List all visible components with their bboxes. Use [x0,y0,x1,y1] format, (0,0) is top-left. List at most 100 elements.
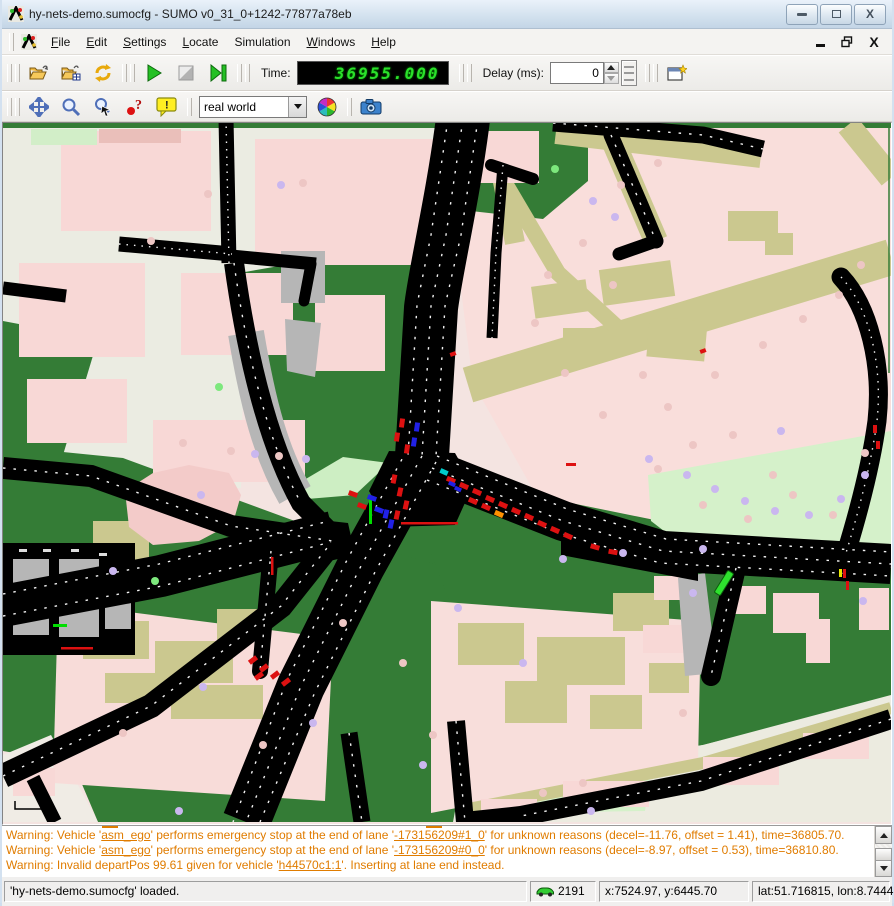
open-config-button[interactable] [24,59,54,87]
message-log-scrollbar[interactable] [874,826,892,877]
zoom-button[interactable] [56,94,86,120]
scroll-down-button[interactable] [875,859,892,877]
delay-spin-down[interactable] [604,73,619,84]
object-link[interactable]: -173156209#0_0 [394,843,485,857]
toolbar-grip[interactable] [459,64,464,82]
camera-icon [360,98,382,116]
toolbar-grip[interactable] [187,98,192,116]
delay-input[interactable] [551,65,603,81]
warning-message: Warning: Vehicle 'asm_ego' performs emer… [6,843,874,858]
mdi-minimize-button[interactable] [808,32,832,52]
mdi-close-button[interactable]: X [862,32,886,52]
menu-file[interactable]: File [43,32,78,52]
edit-coloring-button[interactable] [312,94,342,120]
toolbar-grip[interactable] [9,33,14,51]
toolbar-grip[interactable] [245,64,250,82]
message-bubble-icon: ! [156,97,178,117]
toolbar-grip[interactable] [653,64,658,82]
stop-button[interactable] [171,59,201,87]
object-link[interactable]: -173156209#1_0 [394,828,485,842]
toolbar-grip[interactable] [347,98,352,116]
reload-icon [93,63,113,83]
warning-message: Warning: Vehicle 'asm_ego' performs emer… [6,828,874,843]
svg-text:?: ? [135,98,142,113]
scroll-down-icon [880,866,888,871]
open-network-folder-icon [61,64,81,82]
toolbar-grip[interactable] [645,64,650,82]
object-link[interactable]: asm_ego [101,843,150,857]
vehicle-count: 2191 [558,884,585,898]
toolbar-grip[interactable] [237,64,242,82]
reload-button[interactable] [88,59,118,87]
close-button[interactable]: X [854,4,886,25]
step-button[interactable] [203,59,233,87]
sumo-main-window: hy-nets-demo.sumocfg - SUMO v0_31_0+1242… [0,0,894,903]
map-canvas[interactable] [2,122,892,825]
spin-up-icon [607,65,615,70]
scrollbar-track[interactable] [875,844,892,859]
step-icon [209,64,227,82]
delay-label: Delay (ms): [483,66,544,80]
scrollbar-thumb[interactable] [875,848,892,861]
color-wheel-icon [316,96,338,118]
minimize-icon [797,13,807,16]
menu-locate[interactable]: Locate [174,32,226,52]
toolbar-grip[interactable] [122,64,127,82]
time-display: 36955.000 [297,61,449,85]
menu-items: FileEditSettingsLocateSimulationWindowsH… [43,32,404,52]
object-link[interactable]: h44570c1:1 [279,858,342,872]
time-label: Time: [261,66,291,80]
new-view-button[interactable] [662,59,692,87]
scroll-up-button[interactable] [875,826,892,844]
toolbar-grip[interactable] [7,98,12,116]
geo-position: lat:51.716815, lon:8.744462 [758,884,894,898]
menu-edit[interactable]: Edit [78,32,115,52]
object-link[interactable]: asm_ego [101,828,150,842]
view-scheme-combobox[interactable]: real world [199,96,307,118]
combobox-dropdown-button[interactable] [288,97,306,117]
status-message: 'hy-nets-demo.sumocfg' loaded. [10,884,179,898]
locate-objects-button[interactable] [88,94,118,120]
delay-dial[interactable] [621,60,637,86]
screenshot-button[interactable] [356,94,386,120]
cursor-position-panel: x:7524.97, y:6445.70 [599,881,749,902]
view-scheme-value: real world [200,97,288,117]
main-toolbar: Time: 36955.000 Delay (ms): [2,55,892,91]
menu-help[interactable]: Help [363,32,404,52]
delay-input-box [550,62,604,84]
title-bar[interactable]: hy-nets-demo.sumocfg - SUMO v0_31_0+1242… [2,0,892,29]
toolbar-grip[interactable] [7,64,12,82]
time-value: 36955.000 [335,64,440,83]
geo-position-panel: lat:51.716815, lon:8.744462 [752,881,890,902]
toolbar-grip[interactable] [15,98,20,116]
delay-spin-up[interactable] [604,62,619,73]
restore-icon [832,10,841,18]
inspect-vehicle-button[interactable]: ? [120,94,150,120]
open-network-button[interactable] [56,59,86,87]
show-messages-button[interactable]: ! [152,94,182,120]
toolbar-grip[interactable] [130,64,135,82]
menu-simulation[interactable]: Simulation [226,32,298,52]
stop-icon [178,65,194,81]
mdi-restore-button[interactable] [835,32,859,52]
locate-magnifier-icon [93,97,113,117]
run-button[interactable] [139,59,169,87]
spin-down-icon [607,76,615,81]
svg-text:!: ! [165,99,169,111]
menu-windows[interactable]: Windows [299,32,364,52]
status-message-panel: 'hy-nets-demo.sumocfg' loaded. [4,881,527,902]
simulation-map [3,123,891,822]
menu-settings[interactable]: Settings [115,32,174,52]
vehicle-count-icon [536,885,555,897]
app-icon [8,6,24,22]
mdi-minimize-icon [816,44,825,47]
cursor-position: x:7524.97, y:6445.70 [605,884,717,898]
question-locate-icon: ? [125,97,145,117]
message-log[interactable]: Warning: Vehicle 'asm_ego' performs emer… [2,825,892,877]
toolbar-grip[interactable] [467,64,472,82]
recenter-view-button[interactable] [24,94,54,120]
mdi-close-icon: X [869,35,878,49]
restore-button[interactable] [820,4,852,25]
minimize-button[interactable] [786,4,818,25]
toolbar-grip[interactable] [15,64,20,82]
